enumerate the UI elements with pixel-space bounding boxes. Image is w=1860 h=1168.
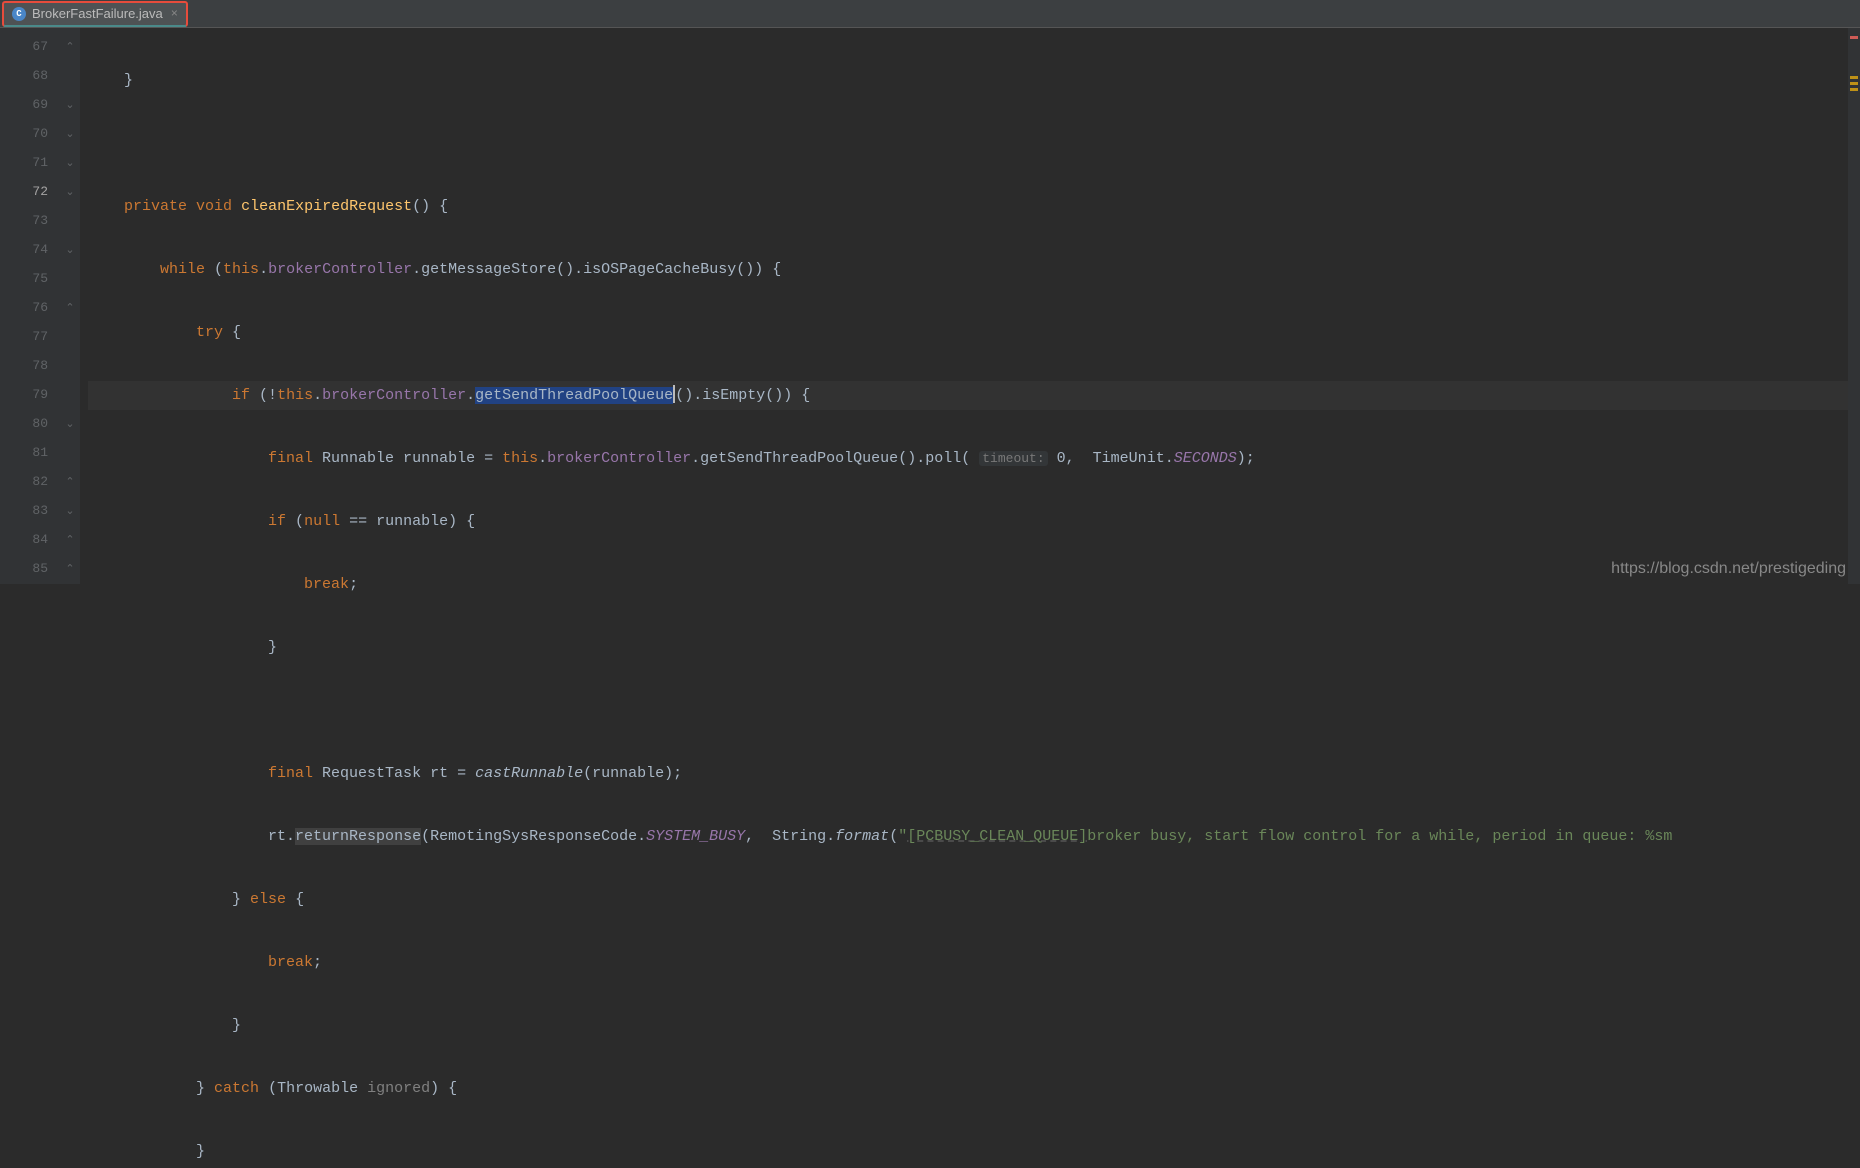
line-number: 80 bbox=[0, 409, 60, 438]
code-line: if (!this.brokerController.getSendThread… bbox=[88, 381, 1860, 410]
fold-icon[interactable]: ⌃ bbox=[60, 32, 80, 61]
warning-mark[interactable] bbox=[1850, 88, 1858, 91]
fold-gutter: ⌃ ⌄ ⌄ ⌄ ⌄ ⌄ ⌃ ⌄ ⌃ ⌄ ⌃ ⌃ bbox=[60, 28, 80, 584]
code-line: while (this.brokerController.getMessageS… bbox=[88, 255, 1860, 284]
code-line: } bbox=[88, 1137, 1860, 1166]
line-number: 81 bbox=[0, 438, 60, 467]
fold-icon[interactable]: ⌄ bbox=[60, 148, 80, 177]
code-line: break; bbox=[88, 570, 1860, 599]
marker-bar[interactable] bbox=[1848, 28, 1860, 584]
line-number: 74 bbox=[0, 235, 60, 264]
line-number: 71 bbox=[0, 148, 60, 177]
fold-icon[interactable]: ⌃ bbox=[60, 467, 80, 496]
code-line: } catch (Throwable ignored) { bbox=[88, 1074, 1860, 1103]
code-line: } bbox=[88, 66, 1860, 95]
fold-icon[interactable]: ⌄ bbox=[60, 235, 80, 264]
class-icon: C bbox=[12, 7, 26, 21]
line-number: 78 bbox=[0, 351, 60, 380]
line-number: 77 bbox=[0, 322, 60, 351]
code-line: final RequestTask rt = castRunnable(runn… bbox=[88, 759, 1860, 788]
line-number: 73 bbox=[0, 206, 60, 235]
line-number-gutter: 67 68 69 70 71 72 73 74 75 76 77 78 79 8… bbox=[0, 28, 60, 584]
fold-icon[interactable]: ⌃ bbox=[60, 293, 80, 322]
close-icon[interactable]: × bbox=[171, 7, 178, 21]
line-number: 84 bbox=[0, 525, 60, 554]
code-line: if (null == runnable) { bbox=[88, 507, 1860, 536]
line-number: 70 bbox=[0, 119, 60, 148]
line-number: 67 bbox=[0, 32, 60, 61]
line-number: 79 bbox=[0, 380, 60, 409]
line-number: 75 bbox=[0, 264, 60, 293]
file-tab[interactable]: C BrokerFastFailure.java × bbox=[2, 1, 188, 27]
fold-icon[interactable]: ⌃ bbox=[60, 554, 80, 583]
code-line: break; bbox=[88, 948, 1860, 977]
code-line: } else { bbox=[88, 885, 1860, 914]
fold-icon[interactable]: ⌄ bbox=[60, 496, 80, 525]
fold-icon[interactable]: ⌄ bbox=[60, 409, 80, 438]
tab-bar: C BrokerFastFailure.java × bbox=[0, 0, 1860, 28]
warning-mark[interactable] bbox=[1850, 76, 1858, 79]
line-number: 83 bbox=[0, 496, 60, 525]
line-number: 69 bbox=[0, 90, 60, 119]
fold-icon[interactable]: ⌄ bbox=[60, 90, 80, 119]
code-area[interactable]: } private void cleanExpiredRequest() { w… bbox=[80, 28, 1860, 584]
warning-mark[interactable] bbox=[1850, 82, 1858, 85]
line-number: 85 bbox=[0, 554, 60, 583]
line-number: 76 bbox=[0, 293, 60, 322]
code-line: } bbox=[88, 633, 1860, 662]
code-line: final Runnable runnable = this.brokerCon… bbox=[88, 444, 1860, 473]
code-line bbox=[88, 696, 1860, 725]
code-editor[interactable]: 67 68 69 70 71 72 73 74 75 76 77 78 79 8… bbox=[0, 28, 1860, 584]
watermark: https://blog.csdn.net/prestigeding bbox=[1611, 560, 1846, 578]
line-number: 82 bbox=[0, 467, 60, 496]
code-line bbox=[88, 129, 1860, 158]
code-line: private void cleanExpiredRequest() { bbox=[88, 192, 1860, 221]
code-line: } bbox=[88, 1011, 1860, 1040]
line-number: 68 bbox=[0, 61, 60, 90]
fold-icon[interactable]: ⌃ bbox=[60, 525, 80, 554]
error-mark[interactable] bbox=[1850, 36, 1858, 39]
fold-icon[interactable]: ⌄ bbox=[60, 119, 80, 148]
fold-icon[interactable]: ⌄ bbox=[60, 177, 80, 206]
code-line: rt.returnResponse(RemotingSysResponseCod… bbox=[88, 822, 1860, 851]
tab-label: BrokerFastFailure.java bbox=[32, 6, 163, 21]
code-line: try { bbox=[88, 318, 1860, 347]
line-number: 72 bbox=[0, 177, 60, 206]
